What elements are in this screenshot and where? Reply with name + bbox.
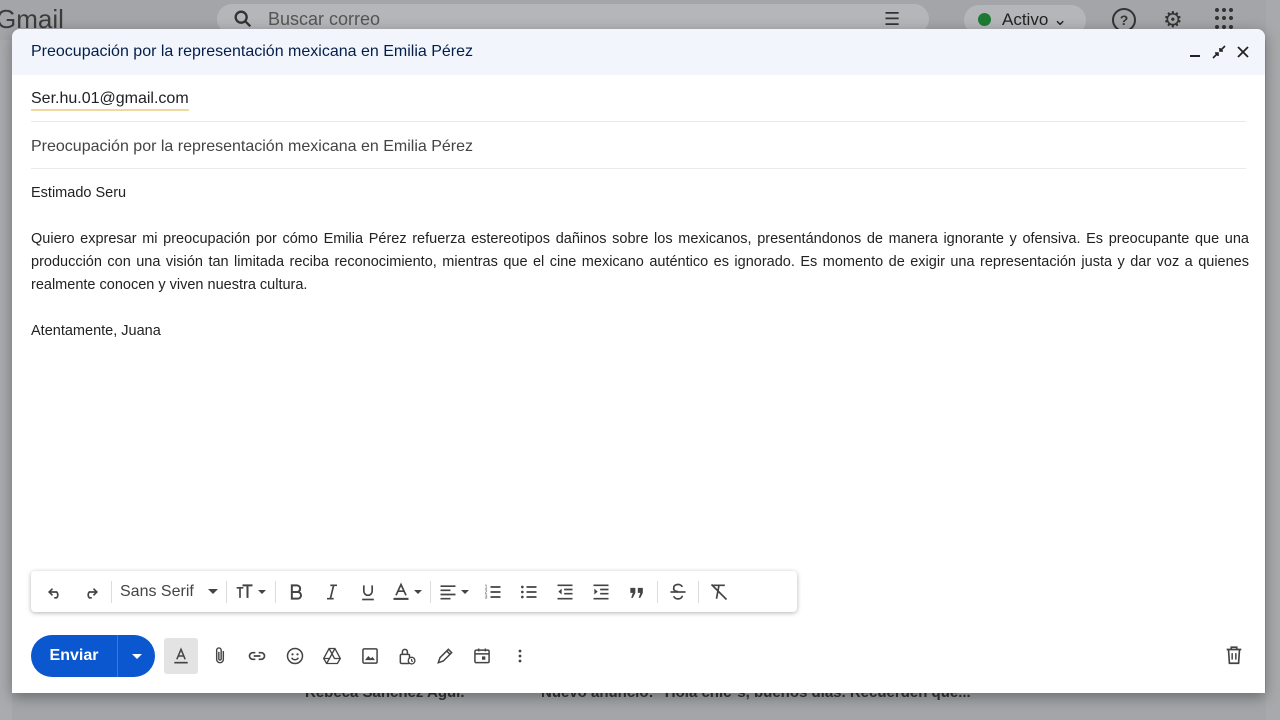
formatting-options-icon[interactable] bbox=[164, 638, 198, 674]
subject-field[interactable]: Preocupación por la representación mexic… bbox=[31, 122, 1246, 169]
emoji-icon[interactable] bbox=[276, 638, 314, 674]
bold-icon[interactable] bbox=[278, 577, 314, 607]
underline-icon[interactable] bbox=[350, 577, 386, 607]
numbered-list-icon[interactable]: 123 bbox=[475, 577, 511, 607]
undo-icon[interactable] bbox=[37, 577, 73, 607]
svg-text:3: 3 bbox=[484, 594, 487, 600]
remove-formatting-icon[interactable] bbox=[701, 577, 737, 607]
font-family-label: Sans Serif bbox=[120, 582, 194, 600]
compose-window: Preocupación por la representación mexic… bbox=[12, 29, 1265, 693]
search-icon bbox=[234, 10, 252, 28]
compose-title: Preocupación por la representación mexic… bbox=[31, 43, 474, 60]
apps-grid-icon bbox=[1215, 8, 1237, 30]
confidential-icon[interactable] bbox=[389, 638, 427, 674]
formatting-toolbar: Sans Serif 123 bbox=[31, 571, 797, 612]
italic-icon[interactable] bbox=[314, 577, 350, 607]
compose-window-controls bbox=[1187, 43, 1251, 61]
send-button[interactable]: Enviar bbox=[31, 635, 117, 677]
indent-more-icon[interactable] bbox=[583, 577, 619, 607]
exit-fullscreen-icon[interactable] bbox=[1211, 43, 1227, 61]
body-paragraph: Quiero expresar mi preocupación por cómo… bbox=[31, 231, 1249, 293]
body-greeting: Estimado Seru bbox=[31, 185, 127, 201]
body-closing: Atentamente, Juana bbox=[31, 323, 161, 339]
text-color-icon[interactable] bbox=[386, 577, 428, 607]
indent-less-icon[interactable] bbox=[547, 577, 583, 607]
chevron-down-icon bbox=[207, 589, 218, 594]
schedule-icon[interactable] bbox=[464, 638, 502, 674]
link-icon[interactable] bbox=[239, 638, 277, 674]
signature-icon[interactable] bbox=[426, 638, 464, 674]
close-icon[interactable] bbox=[1235, 43, 1251, 61]
recipient-chip[interactable]: Ser.hu.01@gmail.com bbox=[31, 90, 189, 111]
trash-icon[interactable] bbox=[1223, 643, 1245, 667]
quote-icon[interactable] bbox=[619, 577, 655, 607]
compose-actions bbox=[164, 638, 539, 674]
font-size-icon[interactable] bbox=[229, 577, 273, 607]
font-family-select[interactable]: Sans Serif bbox=[114, 577, 224, 607]
chevron-down-icon bbox=[131, 653, 142, 659]
status-label: Activo ⌄ bbox=[1002, 10, 1068, 29]
sidebar-bg bbox=[0, 40, 12, 720]
message-body[interactable]: Estimado Seru Quiero expresar mi preocup… bbox=[31, 182, 1249, 343]
search-placeholder: Buscar correo bbox=[268, 9, 381, 29]
minimize-icon[interactable] bbox=[1187, 43, 1203, 61]
bulleted-list-icon[interactable] bbox=[511, 577, 547, 607]
send-button-group: Enviar bbox=[31, 635, 155, 677]
to-field[interactable]: Ser.hu.01@gmail.com bbox=[31, 75, 1246, 122]
redo-icon[interactable] bbox=[73, 577, 109, 607]
attach-icon[interactable] bbox=[201, 638, 239, 674]
align-icon[interactable] bbox=[433, 577, 475, 607]
strikethrough-icon[interactable] bbox=[660, 577, 696, 607]
more-options-icon[interactable] bbox=[501, 638, 539, 674]
send-options-button[interactable] bbox=[117, 635, 155, 677]
side-panel-bg bbox=[1266, 0, 1280, 720]
drive-icon[interactable] bbox=[314, 638, 352, 674]
photo-icon[interactable] bbox=[351, 638, 389, 674]
compose-header[interactable]: Preocupación por la representación mexic… bbox=[12, 29, 1265, 75]
search-options-icon: ☰ bbox=[884, 9, 901, 29]
status-dot-icon bbox=[978, 13, 991, 26]
